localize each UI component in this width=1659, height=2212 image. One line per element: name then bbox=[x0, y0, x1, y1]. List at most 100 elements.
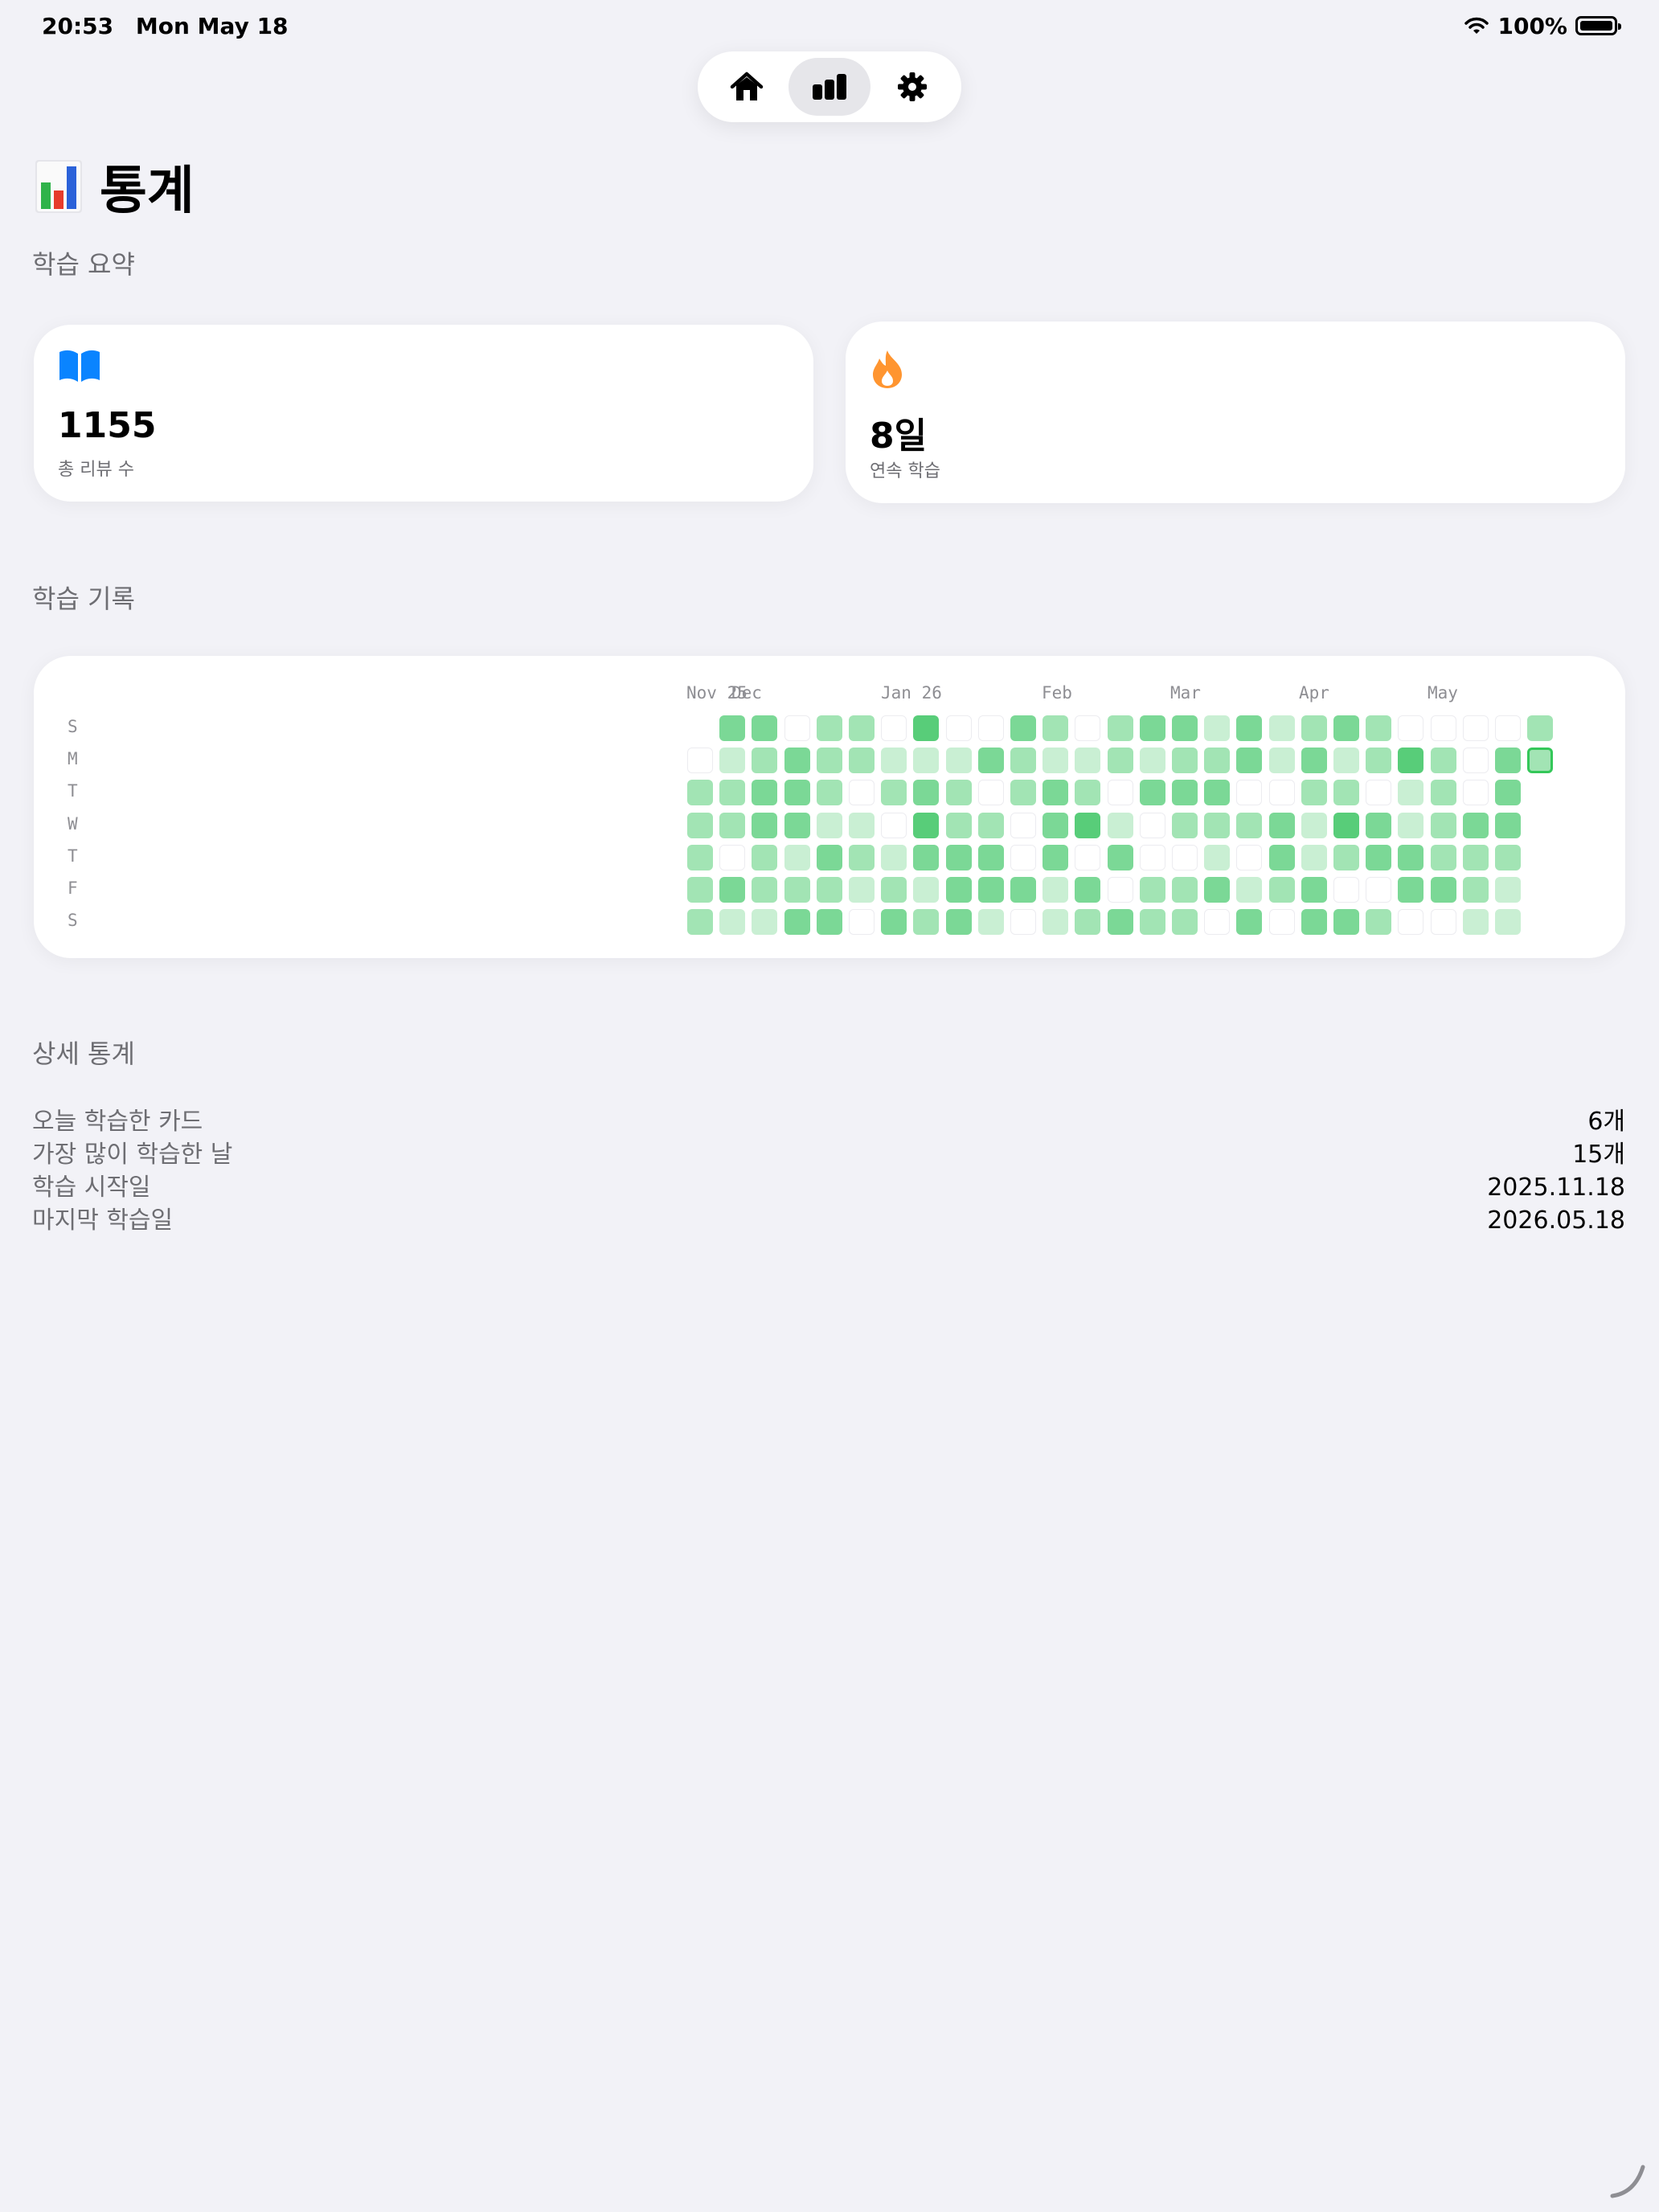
heatmap-cell[interactable] bbox=[977, 844, 1004, 870]
heatmap-cell[interactable] bbox=[784, 748, 810, 774]
heatmap-cell[interactable] bbox=[687, 909, 713, 936]
heatmap-cell[interactable] bbox=[1043, 909, 1069, 936]
heatmap-cell[interactable] bbox=[1268, 909, 1295, 936]
heatmap-cell[interactable] bbox=[977, 780, 1004, 806]
heatmap-cell[interactable] bbox=[1139, 844, 1165, 870]
heatmap-cell[interactable] bbox=[1268, 748, 1295, 774]
heatmap-cell[interactable] bbox=[1398, 715, 1424, 741]
heatmap-cell[interactable] bbox=[1430, 748, 1456, 774]
heatmap-cell[interactable] bbox=[1462, 844, 1489, 870]
heatmap-cell[interactable] bbox=[1139, 909, 1165, 936]
heatmap-cell[interactable] bbox=[913, 812, 940, 838]
heatmap-cell[interactable] bbox=[1204, 780, 1231, 806]
heatmap-cell[interactable] bbox=[1204, 715, 1231, 741]
heatmap-cell[interactable] bbox=[784, 909, 810, 936]
heatmap-cell[interactable] bbox=[1043, 715, 1069, 741]
heatmap-cell[interactable] bbox=[945, 909, 972, 936]
heatmap-cell[interactable] bbox=[1075, 715, 1101, 741]
heatmap-cell[interactable] bbox=[1204, 877, 1231, 903]
heatmap-cell[interactable] bbox=[1204, 748, 1231, 774]
heatmap-cell[interactable] bbox=[1301, 748, 1327, 774]
heatmap-cell[interactable] bbox=[687, 877, 713, 903]
heatmap-cell[interactable] bbox=[1139, 877, 1165, 903]
heatmap-cell[interactable] bbox=[687, 748, 713, 774]
heatmap-cell[interactable] bbox=[977, 715, 1004, 741]
heatmap-cell[interactable] bbox=[1172, 748, 1198, 774]
heatmap-cell[interactable] bbox=[1043, 780, 1069, 806]
heatmap-cell[interactable] bbox=[1139, 748, 1165, 774]
heatmap-cell[interactable] bbox=[752, 780, 778, 806]
heatmap-cell[interactable] bbox=[1010, 844, 1036, 870]
heatmap-cell[interactable] bbox=[1236, 909, 1263, 936]
heatmap-cell[interactable] bbox=[1366, 844, 1392, 870]
heatmap-cell[interactable] bbox=[1010, 715, 1036, 741]
tab-home[interactable] bbox=[706, 58, 789, 116]
heatmap-cell[interactable] bbox=[1333, 909, 1359, 936]
heatmap-cell[interactable] bbox=[881, 909, 907, 936]
heatmap-cell[interactable] bbox=[849, 748, 875, 774]
heatmap-cell[interactable] bbox=[881, 812, 907, 838]
heatmap-cell[interactable] bbox=[1107, 909, 1133, 936]
heatmap-cell[interactable] bbox=[1204, 909, 1231, 936]
heatmap-cell[interactable] bbox=[1430, 812, 1456, 838]
heatmap-cell[interactable] bbox=[719, 748, 746, 774]
heatmap-cell[interactable] bbox=[977, 812, 1004, 838]
heatmap-cell[interactable] bbox=[816, 909, 842, 936]
heatmap-cell[interactable] bbox=[945, 715, 972, 741]
heatmap-cell[interactable] bbox=[1172, 780, 1198, 806]
heatmap-cell[interactable] bbox=[1301, 877, 1327, 903]
heatmap-cell[interactable] bbox=[1043, 844, 1069, 870]
heatmap-cell[interactable] bbox=[881, 780, 907, 806]
heatmap-cell[interactable] bbox=[752, 748, 778, 774]
heatmap-cell[interactable] bbox=[1366, 909, 1392, 936]
heatmap-cell[interactable] bbox=[1075, 748, 1101, 774]
heatmap-cell[interactable] bbox=[687, 812, 713, 838]
heatmap-cell[interactable] bbox=[1139, 780, 1165, 806]
heatmap-cell[interactable] bbox=[881, 877, 907, 903]
heatmap-cell[interactable] bbox=[945, 780, 972, 806]
heatmap-cell[interactable] bbox=[784, 780, 810, 806]
heatmap-cell[interactable] bbox=[1366, 715, 1392, 741]
heatmap-cell[interactable] bbox=[1236, 844, 1263, 870]
heatmap-cell[interactable] bbox=[977, 748, 1004, 774]
heatmap-cell[interactable] bbox=[1010, 780, 1036, 806]
heatmap-cell[interactable] bbox=[945, 748, 972, 774]
heatmap-cell[interactable] bbox=[1398, 909, 1424, 936]
heatmap-cell[interactable] bbox=[784, 844, 810, 870]
heatmap-cell[interactable] bbox=[1301, 909, 1327, 936]
heatmap-cell[interactable] bbox=[1366, 748, 1392, 774]
heatmap-cell[interactable] bbox=[849, 909, 875, 936]
heatmap-cell[interactable] bbox=[816, 812, 842, 838]
heatmap-cell[interactable] bbox=[1139, 812, 1165, 838]
heatmap-cell[interactable] bbox=[752, 812, 778, 838]
heatmap-cell[interactable] bbox=[1268, 844, 1295, 870]
heatmap-cell[interactable] bbox=[1236, 812, 1263, 838]
heatmap-cell[interactable] bbox=[1398, 844, 1424, 870]
heatmap-cell[interactable] bbox=[816, 844, 842, 870]
heatmap-cell[interactable] bbox=[1527, 748, 1554, 774]
heatmap-cell[interactable] bbox=[1462, 715, 1489, 741]
heatmap-cell[interactable] bbox=[784, 812, 810, 838]
heatmap-cell[interactable] bbox=[1075, 877, 1101, 903]
heatmap-cell[interactable] bbox=[1075, 844, 1101, 870]
heatmap-cell[interactable] bbox=[752, 844, 778, 870]
heatmap-cell[interactable] bbox=[1268, 715, 1295, 741]
heatmap-cell[interactable] bbox=[1527, 715, 1554, 741]
heatmap-cell[interactable] bbox=[1107, 748, 1133, 774]
heatmap-cell[interactable] bbox=[1495, 715, 1521, 741]
heatmap-cell[interactable] bbox=[719, 715, 746, 741]
heatmap-cell[interactable] bbox=[1172, 844, 1198, 870]
heatmap-cell[interactable] bbox=[1107, 844, 1133, 870]
heatmap-cell[interactable] bbox=[913, 877, 940, 903]
heatmap-cell[interactable] bbox=[1462, 909, 1489, 936]
heatmap-cell[interactable] bbox=[687, 844, 713, 870]
heatmap-cell[interactable] bbox=[1236, 877, 1263, 903]
heatmap-cell[interactable] bbox=[913, 748, 940, 774]
heatmap-cell[interactable] bbox=[1495, 877, 1521, 903]
heatmap-cell[interactable] bbox=[719, 909, 746, 936]
heatmap-cell[interactable] bbox=[881, 748, 907, 774]
heatmap-cell[interactable] bbox=[945, 877, 972, 903]
heatmap-cell[interactable] bbox=[1366, 877, 1392, 903]
heatmap-cell[interactable] bbox=[1075, 909, 1101, 936]
heatmap-cell[interactable] bbox=[1430, 877, 1456, 903]
